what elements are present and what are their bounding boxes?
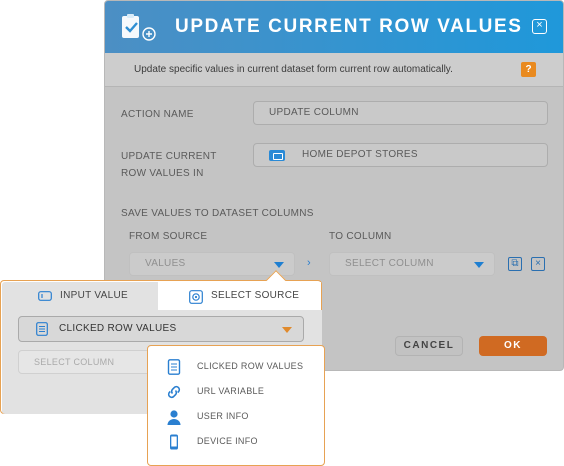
- delete-icon[interactable]: ×: [531, 257, 545, 271]
- from-source-select[interactable]: VALUES: [129, 252, 295, 276]
- dataset-selector[interactable]: HOME DEPOT STORES: [253, 143, 548, 167]
- link-icon: [167, 385, 181, 399]
- user-icon: [167, 410, 181, 425]
- to-column-placeholder: SELECT COLUMN: [345, 258, 434, 269]
- menu-item-clicked-row-values[interactable]: CLICKED ROW VALUES: [148, 355, 324, 380]
- dialog-title: UPDATE CURRENT ROW VALUES: [175, 16, 523, 37]
- subtitle-bar: Update specific values in current datase…: [105, 53, 563, 87]
- update-row-label-line2: ROW VALUES IN: [121, 168, 204, 179]
- from-source-label: FROM SOURCE: [129, 231, 208, 242]
- to-column-select[interactable]: SELECT COLUMN: [329, 252, 495, 276]
- menu-item-device-info[interactable]: DEVICE INFO: [148, 430, 324, 455]
- dialog-header: UPDATE CURRENT ROW VALUES ×: [105, 1, 563, 53]
- tab-input-value[interactable]: INPUT VALUE: [2, 282, 158, 310]
- clipboard-add-icon: [122, 14, 156, 41]
- source-type-menu: CLICKED ROW VALUES URL VARIABLE USER INF…: [147, 345, 325, 466]
- cancel-button[interactable]: CANCEL: [395, 336, 463, 356]
- ok-button[interactable]: OK: [479, 336, 547, 356]
- chevron-down-icon: [282, 327, 292, 333]
- tab-select-source[interactable]: SELECT SOURCE: [158, 282, 321, 310]
- menu-item-label: USER INFO: [197, 411, 249, 421]
- source-type-value: CLICKED ROW VALUES: [59, 323, 177, 334]
- to-column-label: TO COLUMN: [329, 231, 392, 242]
- source-column-select[interactable]: SELECT COLUMN: [18, 350, 158, 374]
- document-icon: [167, 359, 181, 375]
- chevron-down-icon: [274, 262, 284, 268]
- chevron-right-icon: ›: [307, 257, 311, 269]
- dialog-description: Update specific values in current datase…: [134, 64, 453, 75]
- dataset-icon: [269, 150, 285, 161]
- close-icon[interactable]: ×: [532, 19, 547, 34]
- document-icon: [36, 322, 48, 336]
- phone-icon: [170, 434, 178, 450]
- help-icon[interactable]: ?: [521, 62, 536, 77]
- menu-item-user-info[interactable]: USER INFO: [148, 405, 324, 430]
- menu-item-label: URL VARIABLE: [197, 386, 265, 396]
- menu-item-label: CLICKED ROW VALUES: [197, 361, 304, 371]
- action-name-input[interactable]: UPDATE COLUMN: [253, 101, 548, 125]
- target-source-icon: [189, 290, 203, 304]
- menu-item-url-variable[interactable]: URL VARIABLE: [148, 380, 324, 405]
- from-source-value: VALUES: [145, 258, 186, 269]
- dataset-name: HOME DEPOT STORES: [302, 149, 418, 160]
- tab-select-source-label: SELECT SOURCE: [211, 290, 300, 301]
- menu-item-label: DEVICE INFO: [197, 436, 258, 446]
- save-values-label: SAVE VALUES TO DATASET COLUMNS: [121, 208, 314, 219]
- source-type-select[interactable]: CLICKED ROW VALUES: [18, 316, 304, 342]
- copy-icon[interactable]: ⧉: [508, 257, 522, 271]
- tab-input-value-label: INPUT VALUE: [60, 290, 128, 301]
- chevron-down-icon: [474, 262, 484, 268]
- action-name-label: ACTION NAME: [121, 109, 194, 120]
- input-field-icon: [38, 291, 52, 301]
